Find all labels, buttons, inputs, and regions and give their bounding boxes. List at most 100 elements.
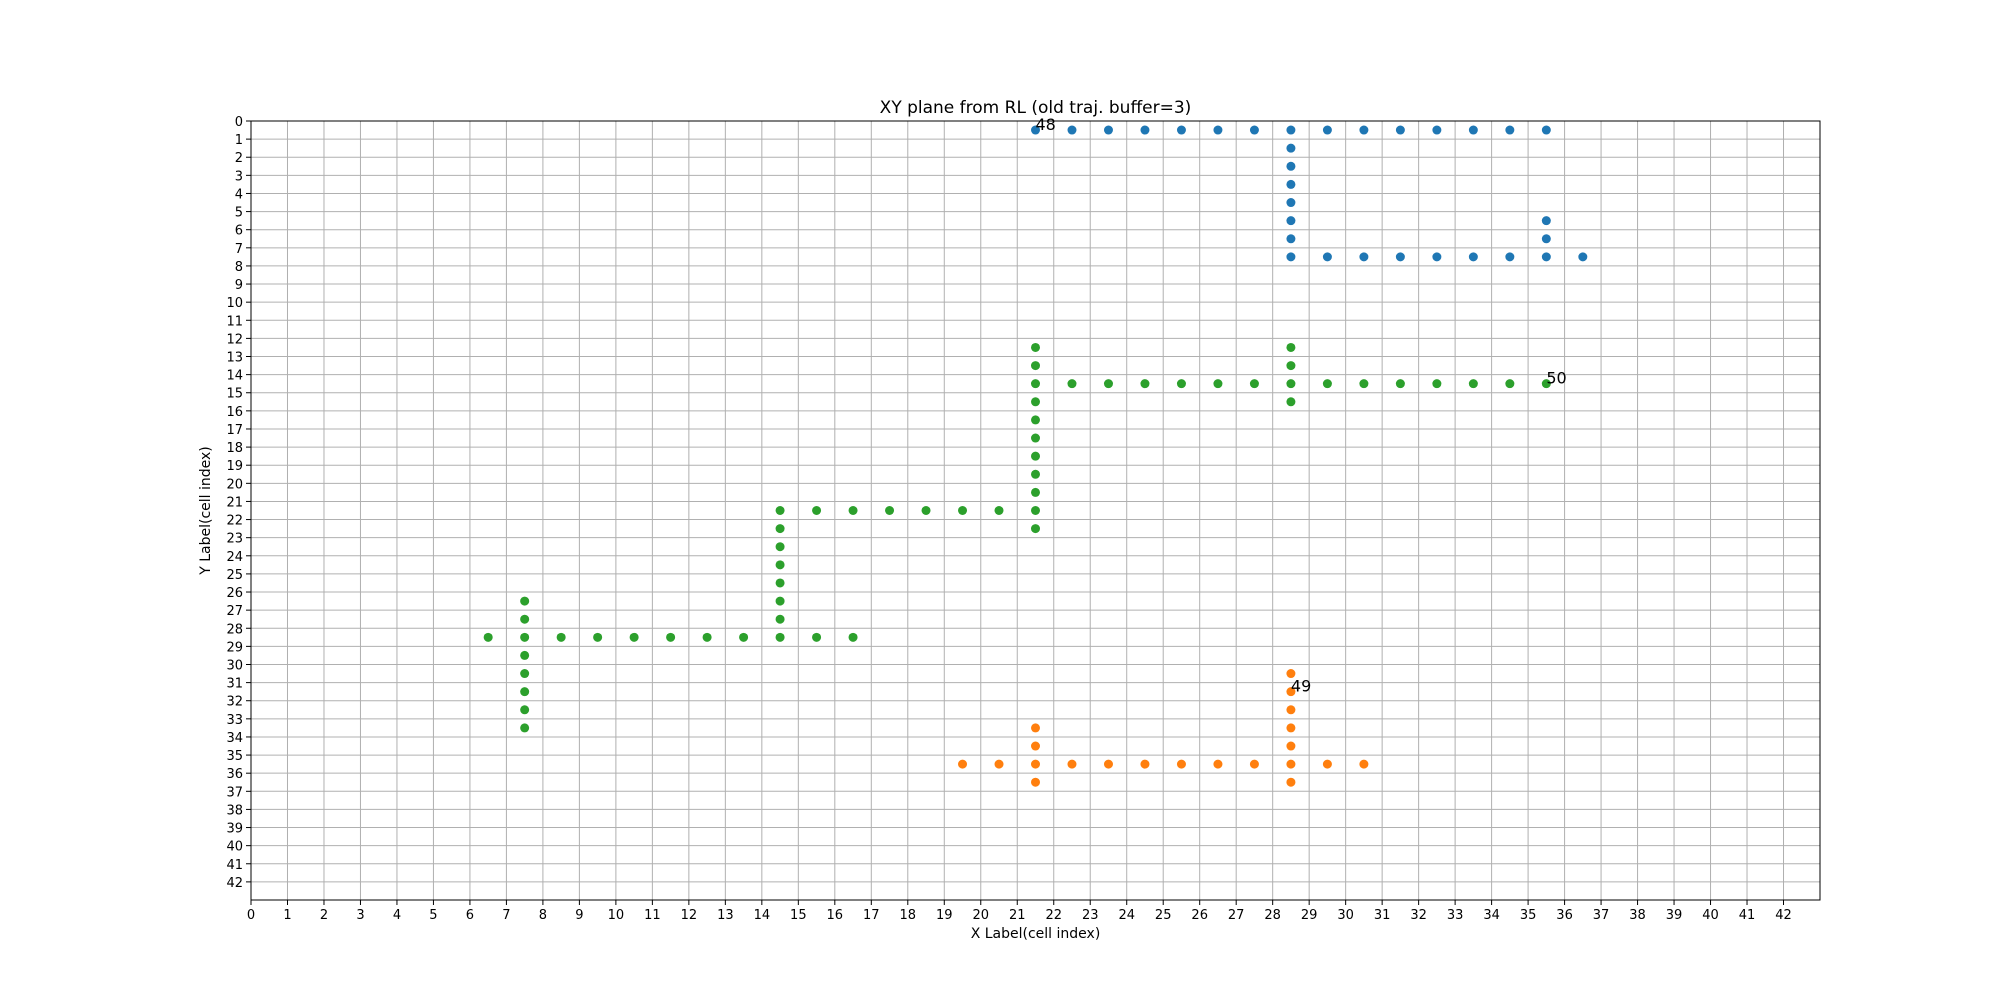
x-tick-label: 11 [644,908,661,923]
data-point [1359,759,1369,769]
y-tick-label: 9 [235,278,243,293]
x-tick-label: 40 [1702,908,1719,923]
y-tick-label: 41 [226,858,243,873]
data-point [921,506,931,515]
chart-title: XY plane from RL (old traj. buffer=3) [880,98,1192,118]
y-tick-label: 17 [226,423,243,438]
y-tick-label: 8 [235,260,243,275]
y-tick-label: 36 [226,767,243,782]
data-point [885,506,895,515]
y-tick-label: 11 [226,314,243,329]
data-point [1067,759,1077,769]
data-point [1395,379,1405,389]
data-point [556,632,566,642]
y-tick-label: 29 [226,640,243,655]
data-point [666,632,676,642]
data-point [1286,723,1296,733]
data-point [1103,379,1113,389]
x-tick-label: 2 [320,908,328,923]
y-tick-label: 14 [226,369,243,384]
data-point [1286,161,1296,171]
y-tick-label: 6 [235,224,243,239]
data-point [520,614,530,624]
y-tick-label: 33 [226,713,243,728]
data-point [1286,125,1296,135]
y-tick-label: 3 [235,169,243,184]
data-point [1286,179,1296,189]
x-tick-label: 12 [681,908,698,923]
x-tick-label: 10 [608,908,625,923]
data-point [1103,125,1113,135]
annotation-label: 49 [1291,677,1311,696]
data-point [1322,125,1332,135]
x-tick-label: 8 [539,908,547,923]
x-tick-label: 41 [1739,908,1756,923]
x-tick-label: 16 [827,908,844,923]
data-point [1541,234,1551,244]
data-point [1359,125,1369,135]
data-point [1031,524,1040,534]
data-point [1249,125,1259,135]
data-point [1541,216,1551,226]
x-tick-label: 21 [1009,908,1026,923]
y-tick-label: 42 [226,876,243,891]
data-point [1031,777,1040,787]
y-tick-label: 38 [226,803,243,818]
data-point [520,669,530,679]
data-point [1031,361,1040,371]
data-point [1213,759,1223,769]
data-point [1286,397,1296,407]
data-point [775,560,785,570]
x-tick-label: 22 [1045,908,1062,923]
y-tick-label: 16 [226,405,243,420]
data-point [1031,741,1040,751]
x-tick-label: 35 [1520,908,1537,923]
y-tick-label: 15 [226,387,243,402]
x-tick-label: 42 [1775,908,1792,923]
data-point [1176,125,1186,135]
x-tick-label: 20 [972,908,989,923]
x-tick-label: 17 [863,908,880,923]
y-tick-label: 32 [226,695,243,710]
x-tick-label: 31 [1374,908,1391,923]
data-point [1176,759,1186,769]
data-point [1031,415,1040,425]
data-point [775,506,785,515]
y-tick-label: 7 [235,242,243,257]
y-tick-label: 0 [235,115,243,130]
data-point [775,614,785,624]
x-tick-label: 18 [900,908,917,923]
data-point [1286,143,1296,153]
data-point [958,506,968,515]
data-point [1286,705,1296,715]
x-tick-label: 34 [1483,908,1500,923]
y-tick-label: 39 [226,822,243,837]
data-point [1031,506,1040,515]
data-point [1286,361,1296,371]
data-point [848,632,858,642]
data-point [812,506,822,515]
data-point [1395,125,1405,135]
x-tick-label: 38 [1629,908,1646,923]
data-point [1286,252,1296,262]
data-point [1322,759,1332,769]
x-tick-label: 0 [247,908,255,923]
y-tick-label: 24 [226,550,243,565]
y-tick-label: 28 [226,622,243,637]
data-point [1286,379,1296,389]
x-tick-label: 24 [1118,908,1135,923]
data-point [1322,252,1332,262]
data-point [1468,252,1478,262]
y-tick-label: 10 [226,296,243,311]
annotation-label: 50 [1546,369,1566,388]
y-tick-label: 26 [226,586,243,601]
data-point [520,705,530,715]
data-point [1505,252,1515,262]
y-tick-label: 20 [226,477,243,492]
y-tick-label: 2 [235,151,243,166]
data-point [848,506,858,515]
data-point [1140,125,1150,135]
data-point [1432,252,1442,262]
data-point [775,578,785,588]
data-point [1176,379,1186,389]
